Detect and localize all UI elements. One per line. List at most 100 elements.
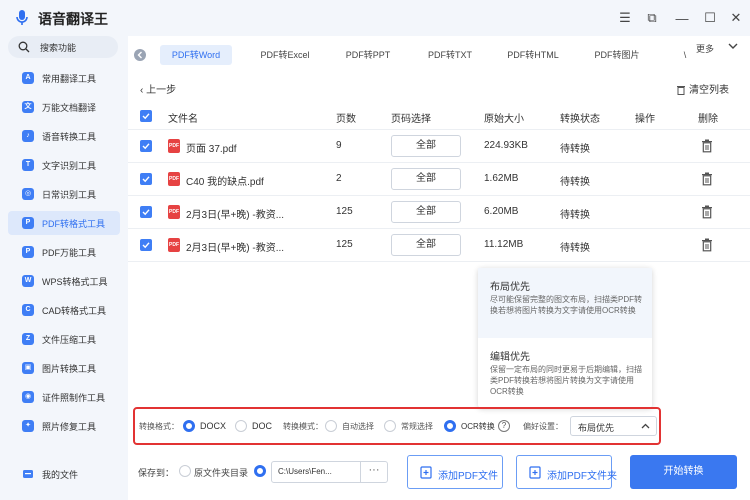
tab-truncated[interactable]: \ [682,45,688,65]
status-text: 待转换 [560,210,590,221]
file-size: 1.62MB [484,173,519,184]
trash-icon[interactable] [701,205,713,219]
header-pages: 页数 [336,114,356,125]
trash-icon[interactable] [701,238,713,252]
header-original-size: 原始大小 [484,114,524,125]
option-layout-first[interactable]: 布局优先 尽可能保留完整的图文布局，扫描类PDF转换若想将图片转换为文字请使用O… [478,268,652,338]
page-range-button[interactable]: 全部 [391,135,461,157]
clear-list-button[interactable]: 清空列表 [676,81,729,96]
radio-custom-path[interactable] [254,465,266,477]
sidebar-item-id-photo[interactable]: ◉ 证件照制作工具 [8,385,120,409]
add-file-label: 添加PDF文件 [438,471,498,482]
option-title: 编辑优先 [490,352,530,363]
sidebar: 搜索功能 A 常用翻译工具 文 万能文档翻译 ♪ 语音转换工具 T 文字识别工具… [0,36,128,500]
sidebar-item-photo-repair[interactable]: ✦ 照片修复工具 [8,414,120,438]
check-icon [142,242,150,249]
table-row: PDF 页面 37.pdf 9 全部 224.93KB 待转换 [128,130,750,163]
tab-pdf-to-word[interactable]: PDF转Word [160,45,232,65]
tab-pdf-to-txt[interactable]: PDF转TXT [418,45,482,65]
tab-scroll-left-button[interactable] [134,49,146,61]
add-pdf-file-button[interactable]: 添加PDF文件 [407,455,503,489]
maximize-icon[interactable]: ☐ [700,8,720,28]
tab-pdf-to-excel[interactable]: PDF转Excel [250,45,320,65]
radio-source-folder[interactable] [179,465,191,477]
table-row: PDF 2月3日(早+晚) -教资... 125 全部 11.12MB 待转换 [128,229,750,262]
header-page-range: 页码选择 [391,114,431,125]
page-range-button[interactable]: 全部 [391,234,461,256]
folder-icon [23,470,33,478]
sidebar-item-label: WPS转格式工具 [42,277,108,287]
row-checkbox[interactable] [140,173,152,185]
sidebar-item-label: 语音转换工具 [42,132,97,142]
status-text: 待转换 [560,177,590,188]
page-count: 125 [336,206,353,217]
compact-icon[interactable]: ⧉ [642,8,662,28]
header-file-name: 文件名 [168,114,198,125]
pdf-icon: P [22,217,34,229]
ocr-label: OCR转换 [461,422,495,431]
page-count: 125 [336,239,353,250]
sidebar-item-label: 文件压缩工具 [42,335,97,345]
preference-select[interactable]: 布局优先 [570,416,657,436]
sidebar-item-voice-convert[interactable]: ♪ 语音转换工具 [8,124,120,148]
row-checkbox[interactable] [140,206,152,218]
document-icon: 文 [22,101,34,113]
minimize-icon[interactable]: — [672,8,692,28]
chevron-down-icon[interactable] [727,40,739,52]
sidebar-item-compress[interactable]: Z 文件压缩工具 [8,327,120,351]
sidebar-item-my-files[interactable]: 我的文件 [8,462,120,486]
close-icon[interactable]: ✕ [726,8,746,28]
title-bar: 语音翻译王 ☰ ⧉ — ☐ ✕ [0,0,750,36]
sidebar-item-label: 万能文档翻译 [42,103,97,113]
sidebar-item-pdf-tools[interactable]: P PDF万能工具 [8,240,120,264]
option-edit-first[interactable]: 编辑优先 保留一定布局的同时更易于后期编辑，扫描类PDF转换若想将图片转换为文字… [478,338,652,408]
tab-pdf-to-html[interactable]: PDF转HTML [498,45,568,65]
sidebar-item-doc-translate[interactable]: 文 万能文档翻译 [8,95,120,119]
row-checkbox[interactable] [140,140,152,152]
start-convert-button[interactable]: 开始转换 [630,455,737,489]
sidebar-item-cad-convert[interactable]: C CAD转格式工具 [8,298,120,322]
select-all-checkbox[interactable] [140,110,152,122]
sidebar-item-label: 照片修复工具 [42,422,97,432]
more-tabs-button[interactable]: 更多 [696,42,714,55]
option-description: 尽可能保留完整的图文布局，扫描类PDF转换若想将图片转换为文字请使用OCR转换 [490,295,642,315]
pdf-file-icon: PDF [168,205,180,219]
sidebar-item-image-convert[interactable]: ▣ 图片转换工具 [8,356,120,380]
back-button[interactable]: ‹ 上一步 [140,81,176,96]
sidebar-item-label: 证件照制作工具 [42,393,106,403]
auto-select-label: 自动选择 [342,422,374,431]
trash-icon[interactable] [701,139,713,153]
file-size: 6.20MB [484,206,519,217]
radio-ocr[interactable] [444,420,456,432]
app-title: 语音翻译王 [38,11,108,27]
radio-normal-select[interactable] [384,420,396,432]
sidebar-item-wps-convert[interactable]: W WPS转格式工具 [8,269,120,293]
check-icon [142,113,150,120]
menu-icon[interactable]: ☰ [615,8,635,28]
sidebar-item-label: CAD转格式工具 [42,306,107,316]
file-name: C40 我的缺点.pdf [186,177,264,188]
trash-icon[interactable] [701,172,713,186]
preference-label: 偏好设置： [523,422,563,431]
search-function-button[interactable]: 搜索功能 [8,36,118,58]
browse-path-button[interactable]: ··· [360,462,387,482]
page-range-button[interactable]: 全部 [391,168,461,190]
search-icon [18,41,30,53]
mode-label: 转换模式： [283,422,323,431]
chevron-left-icon [137,51,142,59]
radio-auto-select[interactable] [325,420,337,432]
tab-pdf-to-ppt[interactable]: PDF转PPT [336,45,400,65]
page-range-button[interactable]: 全部 [391,201,461,223]
add-pdf-folder-button[interactable]: 添加PDF文件夹 [516,455,617,489]
sidebar-item-common-translate[interactable]: A 常用翻译工具 [8,66,120,90]
file-size: 11.12MB [484,239,524,250]
tab-pdf-to-image[interactable]: PDF转图片 [584,45,650,65]
output-path-field[interactable]: C:\Users\Fen... ··· [271,461,388,483]
row-checkbox[interactable] [140,239,152,251]
radio-docx[interactable] [183,420,195,432]
sidebar-item-daily-recognition[interactable]: ◎ 日常识别工具 [8,182,120,206]
sidebar-item-pdf-convert[interactable]: P PDF转格式工具 [8,211,120,235]
radio-doc[interactable] [235,420,247,432]
help-icon[interactable]: ? [498,420,510,432]
sidebar-item-text-recognition[interactable]: T 文字识别工具 [8,153,120,177]
